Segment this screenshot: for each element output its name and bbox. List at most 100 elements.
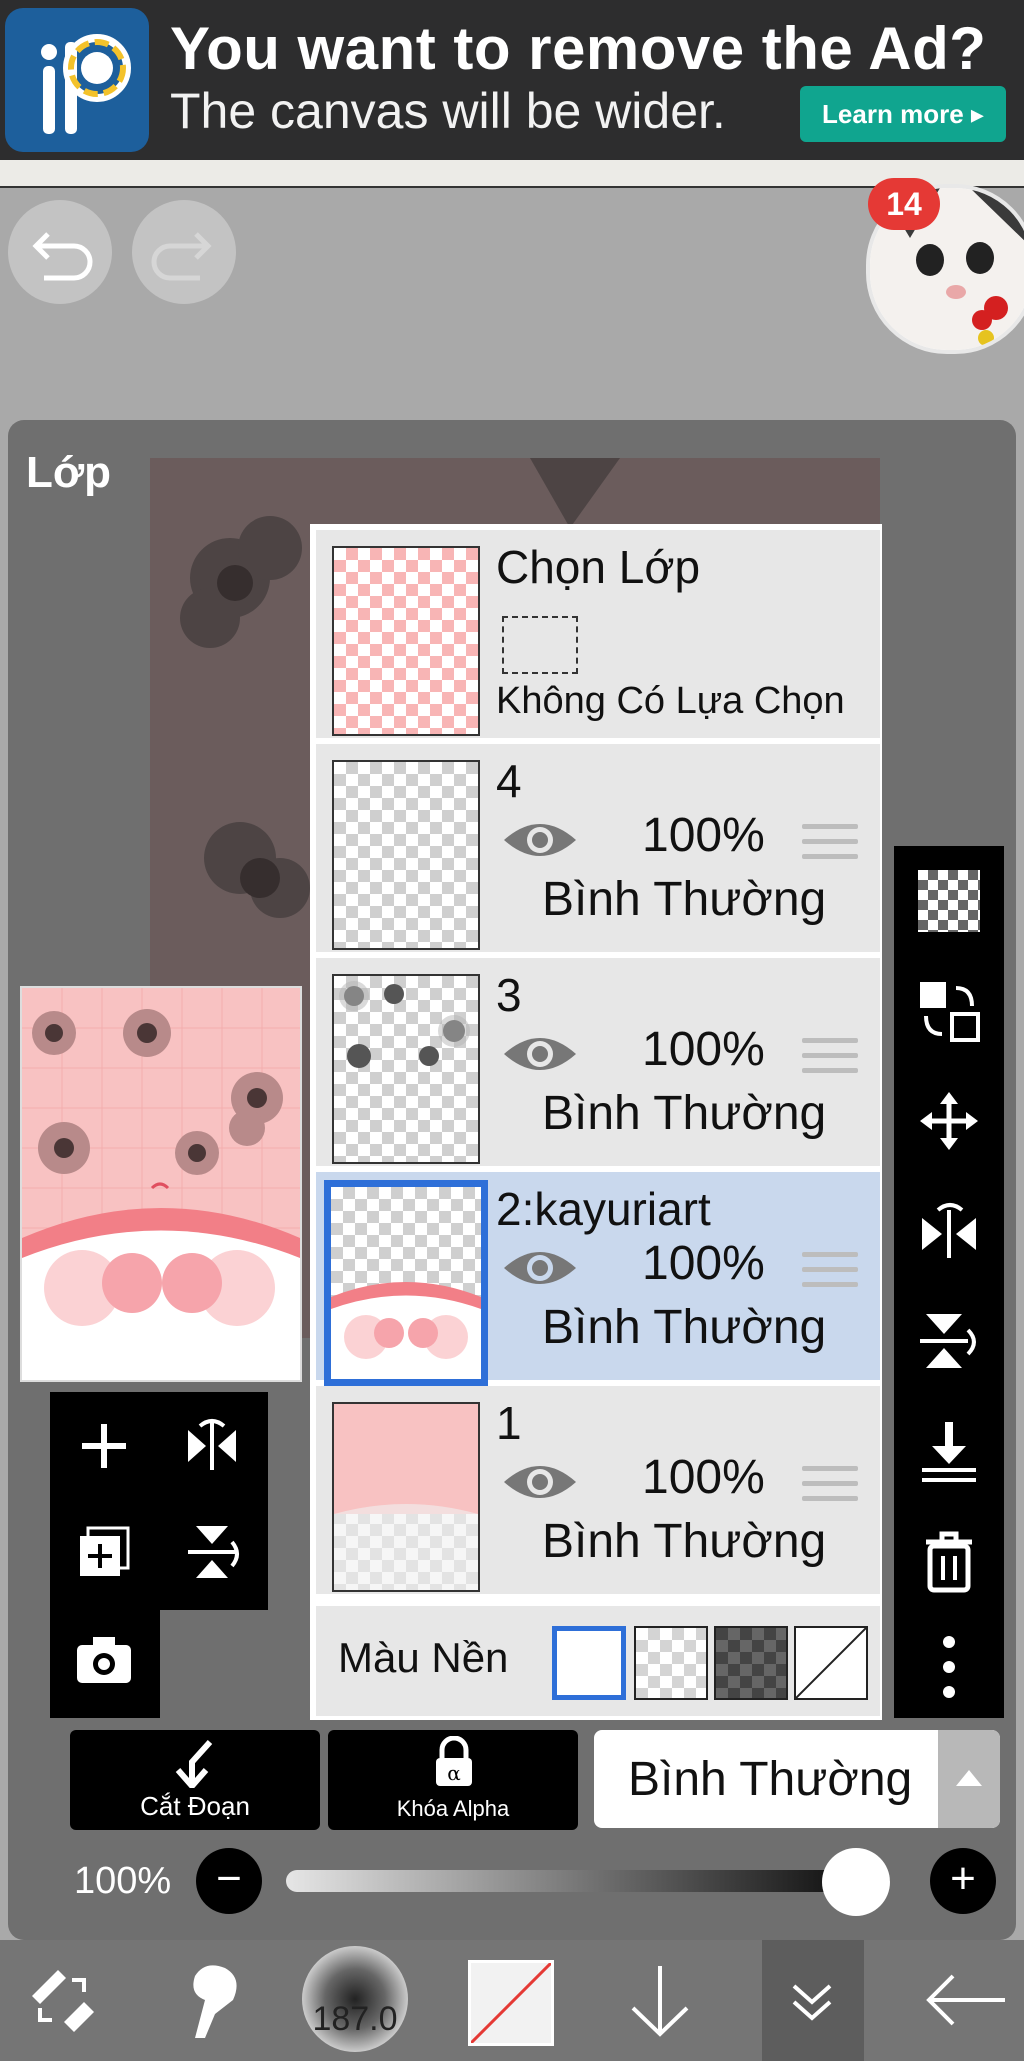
layer-thumbnail	[332, 546, 480, 736]
selection-marquee-icon	[502, 616, 578, 674]
layer-thumbnail	[332, 974, 480, 1164]
layer-opacity: 100%	[642, 809, 765, 862]
clipping-button[interactable]: Cắt Đoạn	[70, 1730, 320, 1830]
learn-more-button[interactable]: Learn more ▸	[800, 86, 1006, 142]
delete-layer-button[interactable]	[908, 1520, 990, 1602]
plus-icon	[82, 1424, 126, 1468]
svg-text:α: α	[447, 1761, 461, 1785]
undo-button[interactable]	[8, 200, 112, 304]
alpha-lock-button[interactable]: α Khóa Alpha	[328, 1730, 578, 1830]
add-layer-button[interactable]	[62, 1404, 146, 1488]
import-photo-button[interactable]	[62, 1618, 146, 1702]
background-color-row: Màu Nền	[316, 1606, 880, 1716]
drag-handle-icon[interactable]	[802, 824, 858, 869]
flip-horizontal-button[interactable]	[908, 1190, 990, 1272]
duplicate-icon	[80, 1526, 130, 1576]
ibispaint-logo-icon	[5, 8, 149, 152]
flip-horizontal-icon	[188, 1419, 236, 1470]
more-options-button[interactable]	[908, 1626, 990, 1708]
brush-eraser-swap-icon	[32, 1970, 94, 2032]
layer-name: 2:kayuriart	[496, 1183, 711, 1235]
background-label: Màu Nền	[338, 1634, 509, 1681]
opacity-slider-thumb[interactable]	[822, 1848, 890, 1916]
drag-handle-icon[interactable]	[802, 1038, 858, 1083]
layer-name: 3	[496, 969, 522, 1021]
layer-row-3[interactable]: 3 100% Bình Thường	[316, 958, 880, 1169]
drag-handle-icon[interactable]	[802, 1466, 858, 1511]
checkerboard-icon	[918, 870, 980, 932]
opacity-label: 100%	[74, 1860, 172, 1902]
trash-icon	[926, 1531, 972, 1593]
undo-icon	[32, 232, 93, 281]
layers-list: Chọn Lớp Không Có Lựa Chọn 4 100% Bình T…	[310, 524, 882, 1720]
move-icon	[920, 1092, 978, 1150]
background-transparent-swatch[interactable]	[634, 1626, 708, 1700]
finger-smudge-icon	[193, 1965, 237, 2038]
visibility-eye-icon[interactable]	[502, 1246, 578, 1290]
notification-badge: 14	[868, 178, 940, 230]
blend-mode-value: Bình Thường	[628, 1753, 913, 1806]
visibility-eye-icon[interactable]	[502, 1032, 578, 1076]
arrow-down-icon	[631, 1966, 689, 2037]
ad-title: You want to remove the Ad?	[170, 15, 987, 82]
clipping-arrow-icon	[175, 1739, 213, 1788]
smudge-tool-button[interactable]	[160, 1950, 260, 2050]
merge-down-icon	[922, 1422, 976, 1482]
move-layer-button[interactable]	[908, 1080, 990, 1162]
layer-thumbnail	[324, 1180, 488, 1386]
tool-selection-button[interactable]	[12, 1950, 112, 2050]
transparent-color-icon	[469, 1961, 553, 2045]
flip-vertical-icon	[920, 1314, 976, 1368]
layer-row-2[interactable]: 2:kayuriart 100% Bình Thường	[316, 1172, 880, 1386]
layer-opacity: 100%	[642, 1023, 765, 1076]
layer-side-toolbar	[894, 846, 1004, 1718]
camera-icon	[77, 1637, 131, 1683]
flip-layer-horizontal-button[interactable]	[170, 1404, 254, 1488]
drag-handle-icon[interactable]	[802, 1252, 858, 1297]
layer-thumbnail	[332, 1402, 480, 1592]
clipping-label: Cắt Đoạn	[140, 1791, 250, 1821]
visibility-eye-icon[interactable]	[502, 1460, 578, 1504]
dropdown-arrow-icon	[938, 1730, 1000, 1828]
lock-icon: α	[436, 1736, 472, 1786]
layer-thumbnail	[332, 760, 480, 950]
flip-vertical-icon	[188, 1526, 239, 1578]
background-dark-swatch[interactable]	[714, 1626, 788, 1700]
layer-row-1[interactable]: 1 100% Bình Thường	[316, 1386, 880, 1597]
layer-blend-mode: Bình Thường	[542, 1301, 827, 1354]
layer-blend-mode: Bình Thường	[542, 873, 827, 926]
arrow-left-icon	[926, 1974, 1005, 2026]
visibility-eye-icon[interactable]	[502, 818, 578, 862]
layer-name: 4	[496, 755, 522, 807]
layer-blend-mode: Bình Thường	[542, 1087, 827, 1140]
layer-opacity: 100%	[642, 1451, 765, 1504]
background-white-swatch[interactable]	[552, 1626, 626, 1700]
more-vertical-icon	[943, 1636, 955, 1698]
opacity-slider-track[interactable]	[286, 1870, 890, 1892]
flip-vertical-button[interactable]	[908, 1300, 990, 1382]
merge-down-button[interactable]	[908, 1410, 990, 1492]
swap-layers-button[interactable]	[908, 970, 990, 1052]
blend-mode-select[interactable]: Bình Thường	[594, 1730, 1000, 1828]
tool-grid-gap	[160, 1610, 272, 1722]
layer-opacity: 100%	[642, 1237, 765, 1290]
background-none-swatch[interactable]	[794, 1626, 868, 1700]
layer-down-button[interactable]	[610, 1950, 710, 2050]
alpha-lock-label: Khóa Alpha	[396, 1796, 510, 1821]
flip-layer-vertical-button[interactable]	[170, 1510, 254, 1594]
color-picker-button[interactable]	[468, 1960, 554, 2046]
redo-button[interactable]	[132, 200, 236, 304]
layer-blend-mode: Bình Thường	[542, 1515, 827, 1568]
layer-name: 1	[496, 1397, 522, 1449]
selection-layer-row[interactable]: Chọn Lớp Không Có Lựa Chọn	[316, 530, 880, 741]
back-button[interactable]	[914, 1950, 1014, 2050]
brush-size-value: 187.0	[312, 2000, 398, 2038]
transparency-button[interactable]	[908, 860, 990, 942]
panel-title: Lớp	[26, 448, 112, 497]
opacity-decrease-button[interactable]: −	[196, 1848, 262, 1914]
collapse-panel-button[interactable]	[762, 1950, 862, 2050]
layer-row-4[interactable]: 4 100% Bình Thường	[316, 744, 880, 955]
duplicate-layer-button[interactable]	[62, 1510, 146, 1594]
opacity-increase-button[interactable]: +	[930, 1848, 996, 1914]
ad-divider	[0, 160, 1024, 188]
